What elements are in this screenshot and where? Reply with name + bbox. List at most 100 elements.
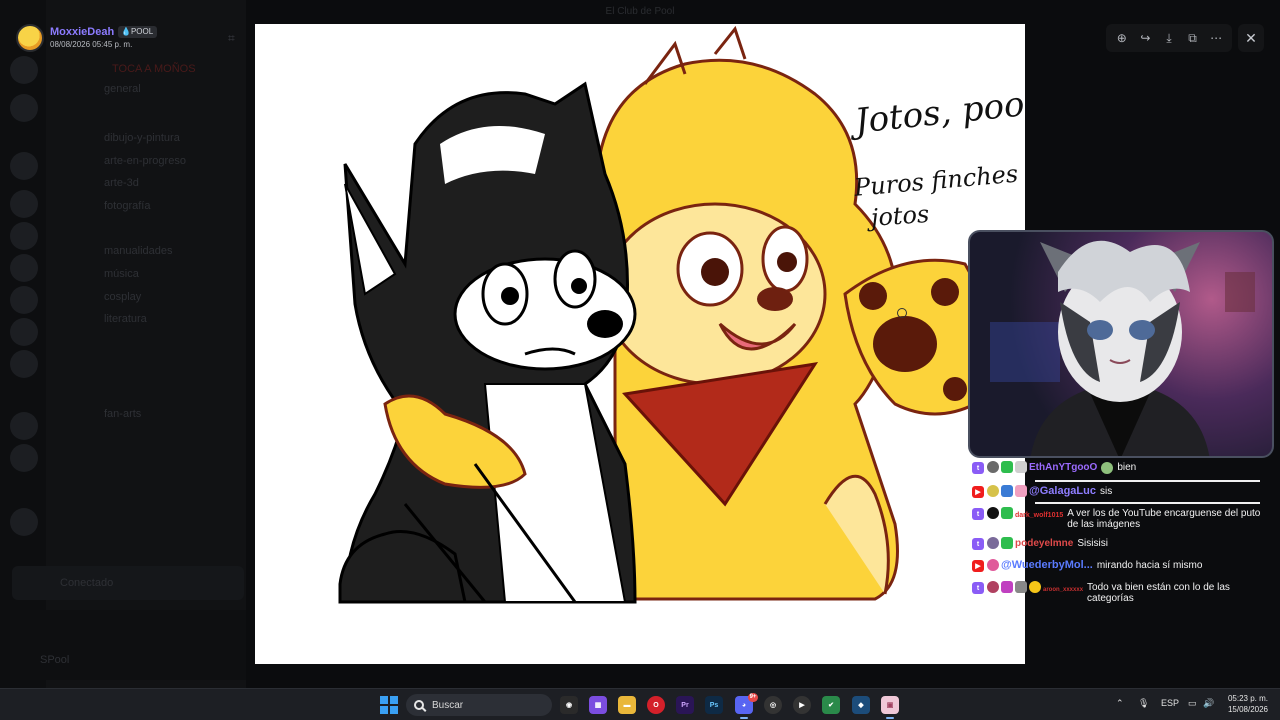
- server-icon[interactable]: [10, 508, 38, 536]
- channel-item[interactable]: cosplay: [104, 291, 141, 303]
- chat-username: @WuederbyMol...: [1001, 559, 1093, 571]
- chat-message: t dark_wolf1015 A ver los de YouTube enc…: [972, 506, 1264, 536]
- badge-icon: [987, 581, 999, 593]
- search-icon: [414, 700, 424, 710]
- server-icon[interactable]: [10, 254, 38, 282]
- app-grid-icon[interactable]: ▦: [589, 696, 607, 714]
- chat-badges: [987, 461, 1027, 473]
- timestamp: 08/08/2026 05:45 p. m.: [50, 40, 133, 49]
- badge-icon: [987, 485, 999, 497]
- user-name: SPool: [40, 654, 70, 666]
- chat-message: t podeyelmne Sisisisi: [972, 536, 1264, 558]
- server-icon[interactable]: [10, 94, 38, 122]
- chat-username: EthAnYTgooO: [1029, 462, 1098, 473]
- task-app-icon[interactable]: ✔: [822, 696, 840, 714]
- chat-text: Todo va bien están con lo de las categor…: [1087, 582, 1230, 604]
- role-badge-label: POOL: [130, 27, 154, 36]
- chat-username: aroon_xxxxxx: [1043, 587, 1084, 593]
- channel-item[interactable]: música: [104, 268, 139, 280]
- explorer-icon[interactable]: ▬: [618, 696, 636, 714]
- zoom-icon[interactable]: ⊕: [1112, 28, 1132, 48]
- photoshop-icon[interactable]: Ps: [705, 696, 723, 714]
- opera-icon[interactable]: O: [647, 696, 665, 714]
- discord-icon[interactable]: ◕ 9+: [735, 693, 758, 719]
- badge-icon: [1001, 507, 1013, 519]
- badge-icon: [987, 559, 999, 571]
- window-title: El Club de Pool: [605, 6, 675, 17]
- chrome-like-icon[interactable]: ◎: [764, 696, 782, 714]
- channel-item[interactable]: manualidades: [104, 245, 173, 257]
- channel-item[interactable]: arte-3d: [104, 177, 139, 189]
- channel-item[interactable]: arte-en-progreso: [104, 155, 186, 167]
- author-name[interactable]: MoxxieDeah: [50, 26, 114, 38]
- download-icon[interactable]: ⤓: [1159, 28, 1179, 48]
- server-icon[interactable]: [10, 56, 38, 84]
- clock-date: 15/08/2026: [1227, 705, 1268, 714]
- microphone-icon[interactable]: 🎙: [1138, 698, 1149, 709]
- emote-icon: [1101, 462, 1114, 474]
- handwritten-caption-line3: jotos: [870, 199, 931, 232]
- thread-icon[interactable]: ⌗: [228, 31, 235, 46]
- chevron-up-icon[interactable]: ⌃: [1116, 698, 1124, 709]
- chat-badges: [987, 485, 1027, 497]
- image-viewer-icon[interactable]: ▣: [881, 696, 899, 719]
- server-icon[interactable]: [10, 444, 38, 472]
- chat-username: podeyelmne: [1015, 538, 1074, 549]
- more-icon[interactable]: ⋯: [1206, 28, 1226, 48]
- server-icon[interactable]: [10, 318, 38, 346]
- obs-icon[interactable]: ◉: [560, 696, 578, 714]
- windows-start-icon[interactable]: [380, 696, 398, 714]
- close-icon[interactable]: ✕: [1238, 24, 1264, 52]
- chat-text: mirando hacia sí mismo: [1096, 560, 1203, 571]
- premiere-icon[interactable]: Pr: [676, 696, 694, 714]
- streamlabs-icon[interactable]: ◆: [852, 696, 870, 714]
- language-indicator[interactable]: ESP: [1161, 698, 1179, 708]
- media-player-icon[interactable]: ▶: [793, 696, 811, 714]
- server-icon[interactable]: [10, 190, 38, 218]
- twitch-icon: t: [972, 582, 984, 594]
- attachment-image[interactable]: Jotos, pool Puros finches jotos: [255, 24, 1025, 664]
- clock-time: 05:23 p. m.: [1227, 694, 1268, 703]
- twitch-icon: t: [972, 538, 984, 550]
- role-badge: 💧POOL: [118, 26, 158, 38]
- badge-icon: [987, 461, 999, 473]
- channel-item[interactable]: literatura: [104, 313, 147, 325]
- forward-icon[interactable]: ↪: [1135, 28, 1155, 48]
- server-icon[interactable]: [10, 350, 38, 378]
- open-external-icon[interactable]: ⧉: [1183, 28, 1203, 48]
- chat-badges: [987, 559, 999, 571]
- server-icon[interactable]: [10, 222, 38, 250]
- system-clock[interactable]: 05:23 p. m. 15/08/2026: [1228, 693, 1268, 715]
- chat-username: dark_wolf1015: [1015, 512, 1064, 519]
- notification-badge: 9+: [748, 693, 758, 702]
- chat-message: t aroon_xxxxxx Todo va bien están con lo…: [972, 580, 1264, 608]
- star-icon: [1029, 581, 1041, 593]
- vtuber-avatar: [990, 240, 1255, 456]
- network-icon[interactable]: ▭: [1188, 698, 1197, 709]
- volume-icon[interactable]: 🔊: [1203, 698, 1214, 709]
- user-panel: SPool: [10, 610, 246, 680]
- badge-icon: [1001, 461, 1013, 473]
- chat-username: @GalagaLuc: [1029, 485, 1096, 497]
- channel-item[interactable]: general: [104, 83, 141, 95]
- youtube-icon: ▶: [972, 486, 984, 498]
- server-icon[interactable]: [10, 412, 38, 440]
- discord-glyph: ◕: [741, 701, 747, 709]
- search-label: Buscar: [432, 699, 464, 711]
- twitch-icon: t: [972, 508, 984, 520]
- server-icon[interactable]: [10, 152, 38, 180]
- badge-icon: [987, 537, 999, 549]
- chat-divider: [1035, 480, 1260, 482]
- voice-panel: Conectado: [12, 566, 244, 600]
- badge-icon: [1015, 581, 1027, 593]
- taskbar-search[interactable]: Buscar: [406, 694, 552, 716]
- channel-item[interactable]: fotografía: [104, 200, 150, 212]
- badge-icon: [1001, 485, 1013, 497]
- chat-message: ▶ @WuederbyMol... mirando hacia sí mismo: [972, 558, 1264, 580]
- channel-item[interactable]: dibujo-y-pintura: [104, 132, 180, 144]
- badge-icon: [1001, 581, 1013, 593]
- avatar[interactable]: [16, 24, 44, 52]
- chat-text: Sisisisi: [1077, 538, 1108, 549]
- channel-item[interactable]: fan-arts: [104, 408, 141, 420]
- server-icon[interactable]: [10, 286, 38, 314]
